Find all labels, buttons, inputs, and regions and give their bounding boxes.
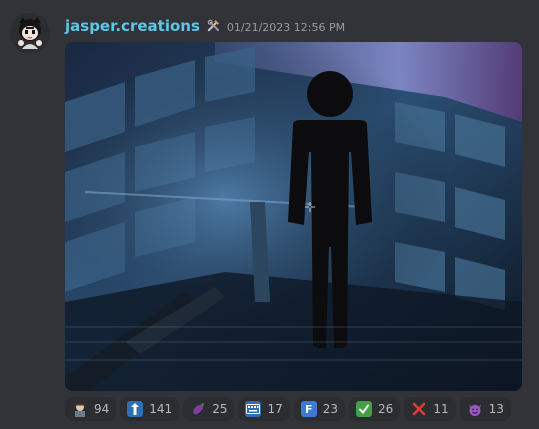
avatar-image [10, 13, 50, 53]
reactions-bar: 94 141 25 17 F 23 26 11 13 [65, 397, 511, 421]
keyboard-emoji [245, 401, 262, 417]
username[interactable]: jasper.creations [65, 17, 200, 35]
letter-f-emoji: F [300, 401, 317, 417]
reaction-cross-mark[interactable]: 11 [404, 397, 456, 421]
avatar[interactable] [10, 13, 50, 53]
cartoon-face-emoji [72, 401, 88, 417]
reaction-eggplant[interactable]: 25 [183, 397, 235, 421]
reaction-keyboard[interactable]: 17 [238, 397, 290, 421]
reaction-count: 13 [488, 402, 504, 416]
reaction-count: 11 [433, 402, 449, 416]
game-screenshot-image [65, 42, 522, 391]
reaction-count: 25 [212, 402, 228, 416]
reaction-count: 94 [94, 402, 110, 416]
tools-icon[interactable] [206, 18, 221, 35]
reaction-count: 23 [322, 402, 339, 416]
reaction-smiling-devil[interactable]: 13 [459, 397, 511, 421]
check-mark-emoji [356, 401, 373, 417]
reaction-check-mark[interactable]: 26 [349, 397, 401, 421]
cross-mark-emoji [411, 401, 427, 417]
reaction-up-arrow-person[interactable]: 141 [120, 397, 180, 421]
reaction-cartoon-face[interactable]: 94 [65, 397, 117, 421]
reaction-count: 141 [149, 402, 173, 416]
image-attachment[interactable] [65, 42, 522, 391]
timestamp[interactable]: 01/21/2023 12:56 PM [227, 21, 345, 34]
reaction-letter-f[interactable]: F 23 [293, 397, 346, 421]
eggplant-emoji [190, 401, 206, 417]
smiling-devil-emoji [467, 401, 483, 417]
message-header: jasper.creations 01/21/2023 12:56 PM [65, 17, 345, 35]
reaction-count: 17 [267, 402, 283, 416]
up-arrow-person-emoji [127, 401, 144, 417]
reaction-count: 26 [378, 402, 394, 416]
